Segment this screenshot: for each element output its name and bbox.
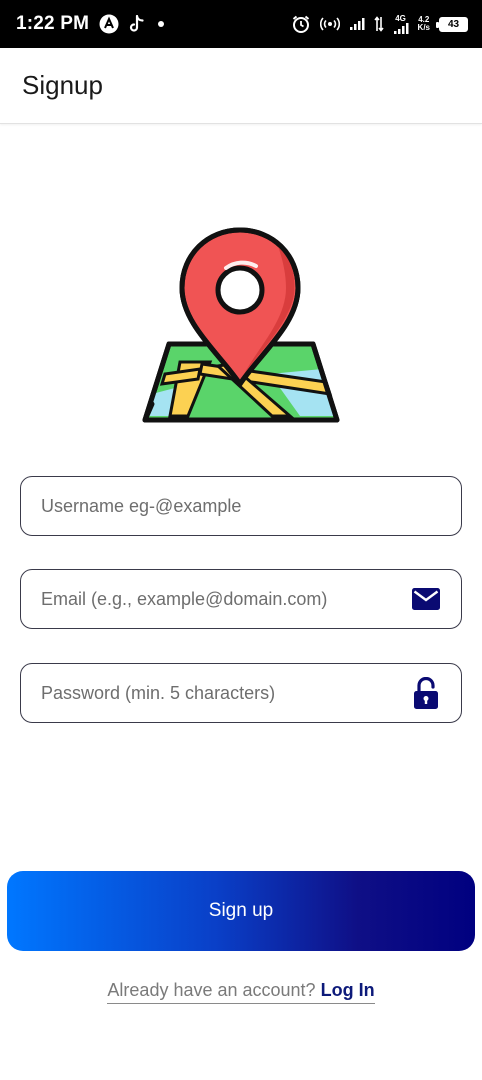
- login-prompt: Already have an account? Log In: [0, 980, 482, 1004]
- hotspot-icon: [319, 16, 340, 32]
- dot-icon: [155, 18, 167, 30]
- unlock-icon[interactable]: [411, 677, 441, 709]
- username-input[interactable]: [41, 495, 441, 517]
- signal-icon: [349, 17, 365, 31]
- map-pin-logo-icon: [140, 224, 340, 424]
- email-input[interactable]: [41, 588, 411, 610]
- battery-level: 43: [447, 18, 460, 30]
- mail-icon: [411, 584, 441, 614]
- status-time: 1:22 PM: [16, 13, 90, 34]
- signup-button[interactable]: Sign up: [7, 871, 475, 951]
- password-field[interactable]: [20, 663, 462, 723]
- page-title: Signup: [22, 70, 103, 100]
- status-bar: 1:22 PM 4G 4.2 K/s 43: [0, 0, 482, 48]
- login-question: Already have an account?: [107, 980, 316, 1000]
- network-type: 4G: [393, 14, 409, 34]
- battery-icon: 43: [436, 16, 468, 32]
- data-arrows-icon: [373, 16, 384, 32]
- tiktok-icon: [129, 15, 145, 33]
- email-field[interactable]: [20, 569, 462, 629]
- app-bar: Signup: [0, 48, 482, 124]
- password-input[interactable]: [41, 682, 411, 704]
- a-circle-icon: [99, 14, 119, 34]
- username-field[interactable]: [20, 476, 462, 536]
- network-speed: 4.2 K/s: [417, 15, 430, 32]
- login-link[interactable]: Log In: [321, 980, 375, 1000]
- signup-screen: 1:22 PM 4G 4.2 K/s 43 Signup Username eg…: [0, 0, 482, 1080]
- alarm-icon: [291, 14, 311, 34]
